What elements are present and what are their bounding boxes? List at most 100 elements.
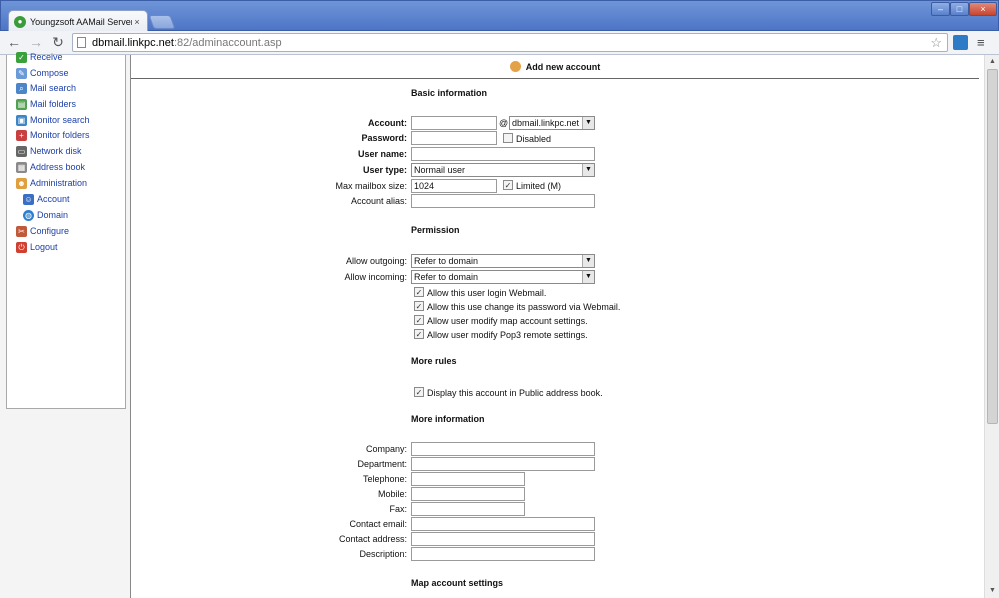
chrome-menu-icon[interactable]: ≡ xyxy=(977,35,985,50)
alias-input[interactable] xyxy=(411,194,595,208)
new-tab-button[interactable] xyxy=(148,15,176,29)
monitor-folders-icon: + xyxy=(16,129,27,141)
close-window-button[interactable]: × xyxy=(969,2,997,16)
url-host: dbmail.linkpc.net xyxy=(92,36,174,49)
folders-icon: ▤ xyxy=(16,98,27,110)
domain-select[interactable]: dbmail.linkpc.net ▼ xyxy=(509,116,595,130)
tab-title: Youngzsoft AAMail Server xyxy=(30,16,132,27)
search-icon: ⌕ xyxy=(16,82,27,94)
reload-icon[interactable]: ↻ xyxy=(50,34,66,50)
scroll-up-icon[interactable]: ▲ xyxy=(985,55,999,69)
scroll-thumb[interactable] xyxy=(987,69,998,424)
add-user-icon xyxy=(509,61,521,72)
public-address-book-checkbox[interactable]: ✓ xyxy=(414,387,424,397)
sidebar-frame: ✓ Receive ✎ Compose ⌕ Mail search ▤ Mail fol… xyxy=(0,51,131,598)
minimize-button[interactable]: – xyxy=(931,2,950,16)
public-address-book-label: Display this account in Public address b… xyxy=(427,388,603,398)
browser-toolbar: ← → ↻ dbmail.linkpc.net :82/adminaccount… xyxy=(0,31,999,55)
telephone-input[interactable] xyxy=(411,472,525,486)
nav-administration[interactable]: ☻ Administration xyxy=(16,176,87,190)
chevron-down-icon: ▼ xyxy=(582,164,594,176)
nav-mail-search[interactable]: ⌕ Mail search xyxy=(16,81,76,95)
disabled-checkbox[interactable] xyxy=(503,133,513,143)
description-input[interactable] xyxy=(411,547,595,561)
chevron-down-icon: ▼ xyxy=(582,271,594,283)
nav-compose[interactable]: ✎ Compose xyxy=(16,66,69,80)
maximize-button[interactable]: □ xyxy=(950,2,969,16)
nav-logout[interactable]: ⏻ Logout xyxy=(16,240,58,254)
username-input[interactable] xyxy=(411,147,595,161)
nav-monitor-search[interactable]: ▣ Monitor search xyxy=(16,113,90,127)
contact-email-label: Contact email: xyxy=(349,519,407,529)
browser-tab[interactable]: ● Youngzsoft AAMail Server × xyxy=(8,10,148,32)
fax-input[interactable] xyxy=(411,502,525,516)
incoming-label: Allow incoming: xyxy=(344,272,407,282)
disk-icon: ▭ xyxy=(16,145,27,157)
vertical-scrollbar[interactable]: ▲ ▼ xyxy=(984,55,999,598)
password-label: Password: xyxy=(361,133,407,143)
section-more-info-title: More information xyxy=(411,414,485,424)
nav-account[interactable]: ☺ Account xyxy=(23,192,70,206)
mailbox-size-input[interactable]: 1024 xyxy=(411,179,497,193)
change-password-checkbox[interactable]: ✓ xyxy=(414,301,424,311)
page-header: Add new account xyxy=(131,55,979,79)
page-title: Add new account xyxy=(525,61,601,72)
incoming-select[interactable]: Refer to domain ▼ xyxy=(411,270,595,284)
change-password-label: Allow this use change its password via W… xyxy=(427,302,621,312)
configure-icon: ✂ xyxy=(16,225,27,237)
contact-email-input[interactable] xyxy=(411,517,595,531)
account-input[interactable] xyxy=(411,116,497,130)
section-basic-title: Basic information xyxy=(411,88,488,98)
nav-address-book[interactable]: ▦ Address book xyxy=(16,160,85,174)
usertype-label: User type: xyxy=(362,165,407,175)
nav-label: Domain xyxy=(37,210,69,220)
limited-checkbox[interactable]: ✓ xyxy=(503,180,513,190)
nav-receive[interactable]: ✓ Receive xyxy=(16,50,63,64)
domain-icon: ◍ xyxy=(23,209,34,221)
incoming-select-value: Refer to domain xyxy=(414,272,479,282)
nav-network-disk[interactable]: ▭ Network disk xyxy=(16,144,82,158)
chevron-down-icon: ▼ xyxy=(582,255,594,267)
mobile-input[interactable] xyxy=(411,487,525,501)
department-input[interactable] xyxy=(411,457,595,471)
contact-address-input[interactable] xyxy=(411,532,595,546)
contact-address-label: Contact address: xyxy=(338,534,407,544)
address-bar[interactable]: dbmail.linkpc.net :82/adminaccount.asp ☆ xyxy=(72,33,948,52)
outgoing-select[interactable]: Refer to domain ▼ xyxy=(411,254,595,268)
company-input[interactable] xyxy=(411,442,595,456)
alias-label: Account alias: xyxy=(350,196,407,206)
nav-label: Monitor search xyxy=(30,115,90,125)
admin-icon: ☻ xyxy=(16,177,27,189)
nav-domain[interactable]: ◍ Domain xyxy=(23,208,68,222)
nav-label: Logout xyxy=(30,242,58,252)
nav-label: Monitor folders xyxy=(30,130,90,140)
nav-mail-folders[interactable]: ▤ Mail folders xyxy=(16,97,76,111)
nav-label: Address book xyxy=(30,162,86,172)
page-icon xyxy=(77,37,86,48)
nav-monitor-folders[interactable]: + Monitor folders xyxy=(16,128,90,142)
nav-configure[interactable]: ✂ Configure xyxy=(16,224,69,238)
tab-close-icon[interactable]: × xyxy=(132,17,142,27)
password-input[interactable] xyxy=(411,131,497,145)
url-path: :82/adminaccount.asp xyxy=(173,36,282,49)
section-map-title: Map account settings xyxy=(411,578,504,588)
pop3-remote-checkbox[interactable]: ✓ xyxy=(414,329,424,339)
bookmark-star-icon[interactable]: ☆ xyxy=(930,35,942,51)
forward-icon[interactable]: → xyxy=(28,34,44,50)
nav-label: Mail search xyxy=(30,83,77,93)
nav-label: Mail folders xyxy=(30,99,77,109)
map-account-checkbox[interactable]: ✓ xyxy=(414,315,424,325)
page-viewport: ✓ Receive ✎ Compose ⌕ Mail search ▤ Mail fol… xyxy=(0,51,999,598)
scroll-down-icon[interactable]: ▼ xyxy=(985,584,999,598)
usertype-select[interactable]: Normail user ▼ xyxy=(411,163,595,177)
webmail-login-checkbox[interactable]: ✓ xyxy=(414,287,424,297)
extension-icon[interactable] xyxy=(953,35,968,50)
nav-label: Administration xyxy=(30,178,88,188)
company-label: Company: xyxy=(365,444,407,454)
telephone-label: Telephone: xyxy=(362,474,407,484)
account-icon: ☺ xyxy=(23,193,34,205)
back-icon[interactable]: ← xyxy=(6,34,22,50)
department-label: Department: xyxy=(357,459,407,469)
webmail-login-label: Allow this user login Webmail. xyxy=(427,288,547,298)
pop3-remote-label: Allow user modify Pop3 remote settings. xyxy=(427,330,588,340)
